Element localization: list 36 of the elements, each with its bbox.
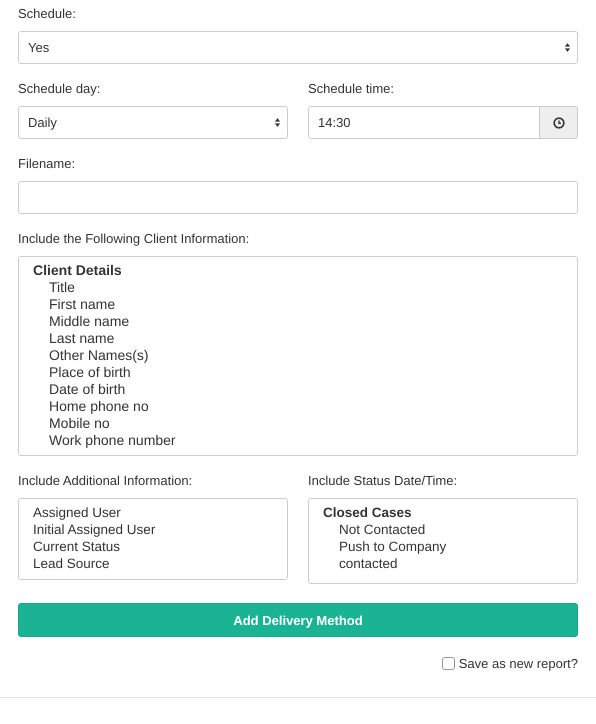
list-option[interactable]: Current Status <box>33 538 273 555</box>
field-label: Include Status Date/Time: <box>308 473 458 489</box>
checkbox-label: Save as new report? <box>458 656 578 671</box>
select-arrows-icon <box>274 117 281 128</box>
list-option[interactable]: Work phone number <box>33 432 563 449</box>
schedule-select[interactable]: Yes <box>18 31 578 64</box>
list-option[interactable]: Date of birth <box>33 381 563 398</box>
field-label: Include Additional Information: <box>18 473 194 489</box>
list-option[interactable]: Lead Source <box>33 555 273 572</box>
field-label: Filename: <box>18 156 76 172</box>
schedule-day-select[interactable]: Daily <box>18 106 288 139</box>
time-input-field[interactable]: 14:30 <box>308 106 540 139</box>
list-option[interactable]: Home phone no <box>33 398 563 415</box>
list-option[interactable]: contacted <box>323 555 563 572</box>
list-option[interactable]: First name <box>33 296 563 313</box>
list-option[interactable]: Other Names(s) <box>33 347 563 364</box>
checkbox[interactable] <box>442 657 455 670</box>
list-option[interactable]: Initial Assigned User <box>33 521 273 538</box>
list-option[interactable]: Last name <box>33 330 563 347</box>
list-option[interactable]: Place of birth <box>33 364 563 381</box>
filename-input[interactable] <box>18 181 578 214</box>
field-label: Include the Following Client Information: <box>18 231 250 247</box>
field-label: Schedule day: <box>18 81 102 97</box>
list-option[interactable]: Middle name <box>33 313 563 330</box>
option-group-label: Client Details <box>33 262 123 279</box>
select-arrows-icon <box>564 42 571 53</box>
list-option[interactable]: Title <box>33 279 563 296</box>
list-option[interactable]: Push to Company <box>323 538 563 555</box>
field-label: Schedule time: <box>308 81 395 97</box>
clock-icon <box>552 116 564 128</box>
list-option[interactable]: Not Contacted <box>323 521 563 538</box>
field-label: Schedule: <box>18 6 77 22</box>
list-option[interactable]: Assigned User <box>33 504 273 521</box>
list-option[interactable]: Mobile no <box>33 415 563 432</box>
clock-button[interactable] <box>540 106 578 139</box>
option-group-label: Closed Cases <box>323 504 413 521</box>
